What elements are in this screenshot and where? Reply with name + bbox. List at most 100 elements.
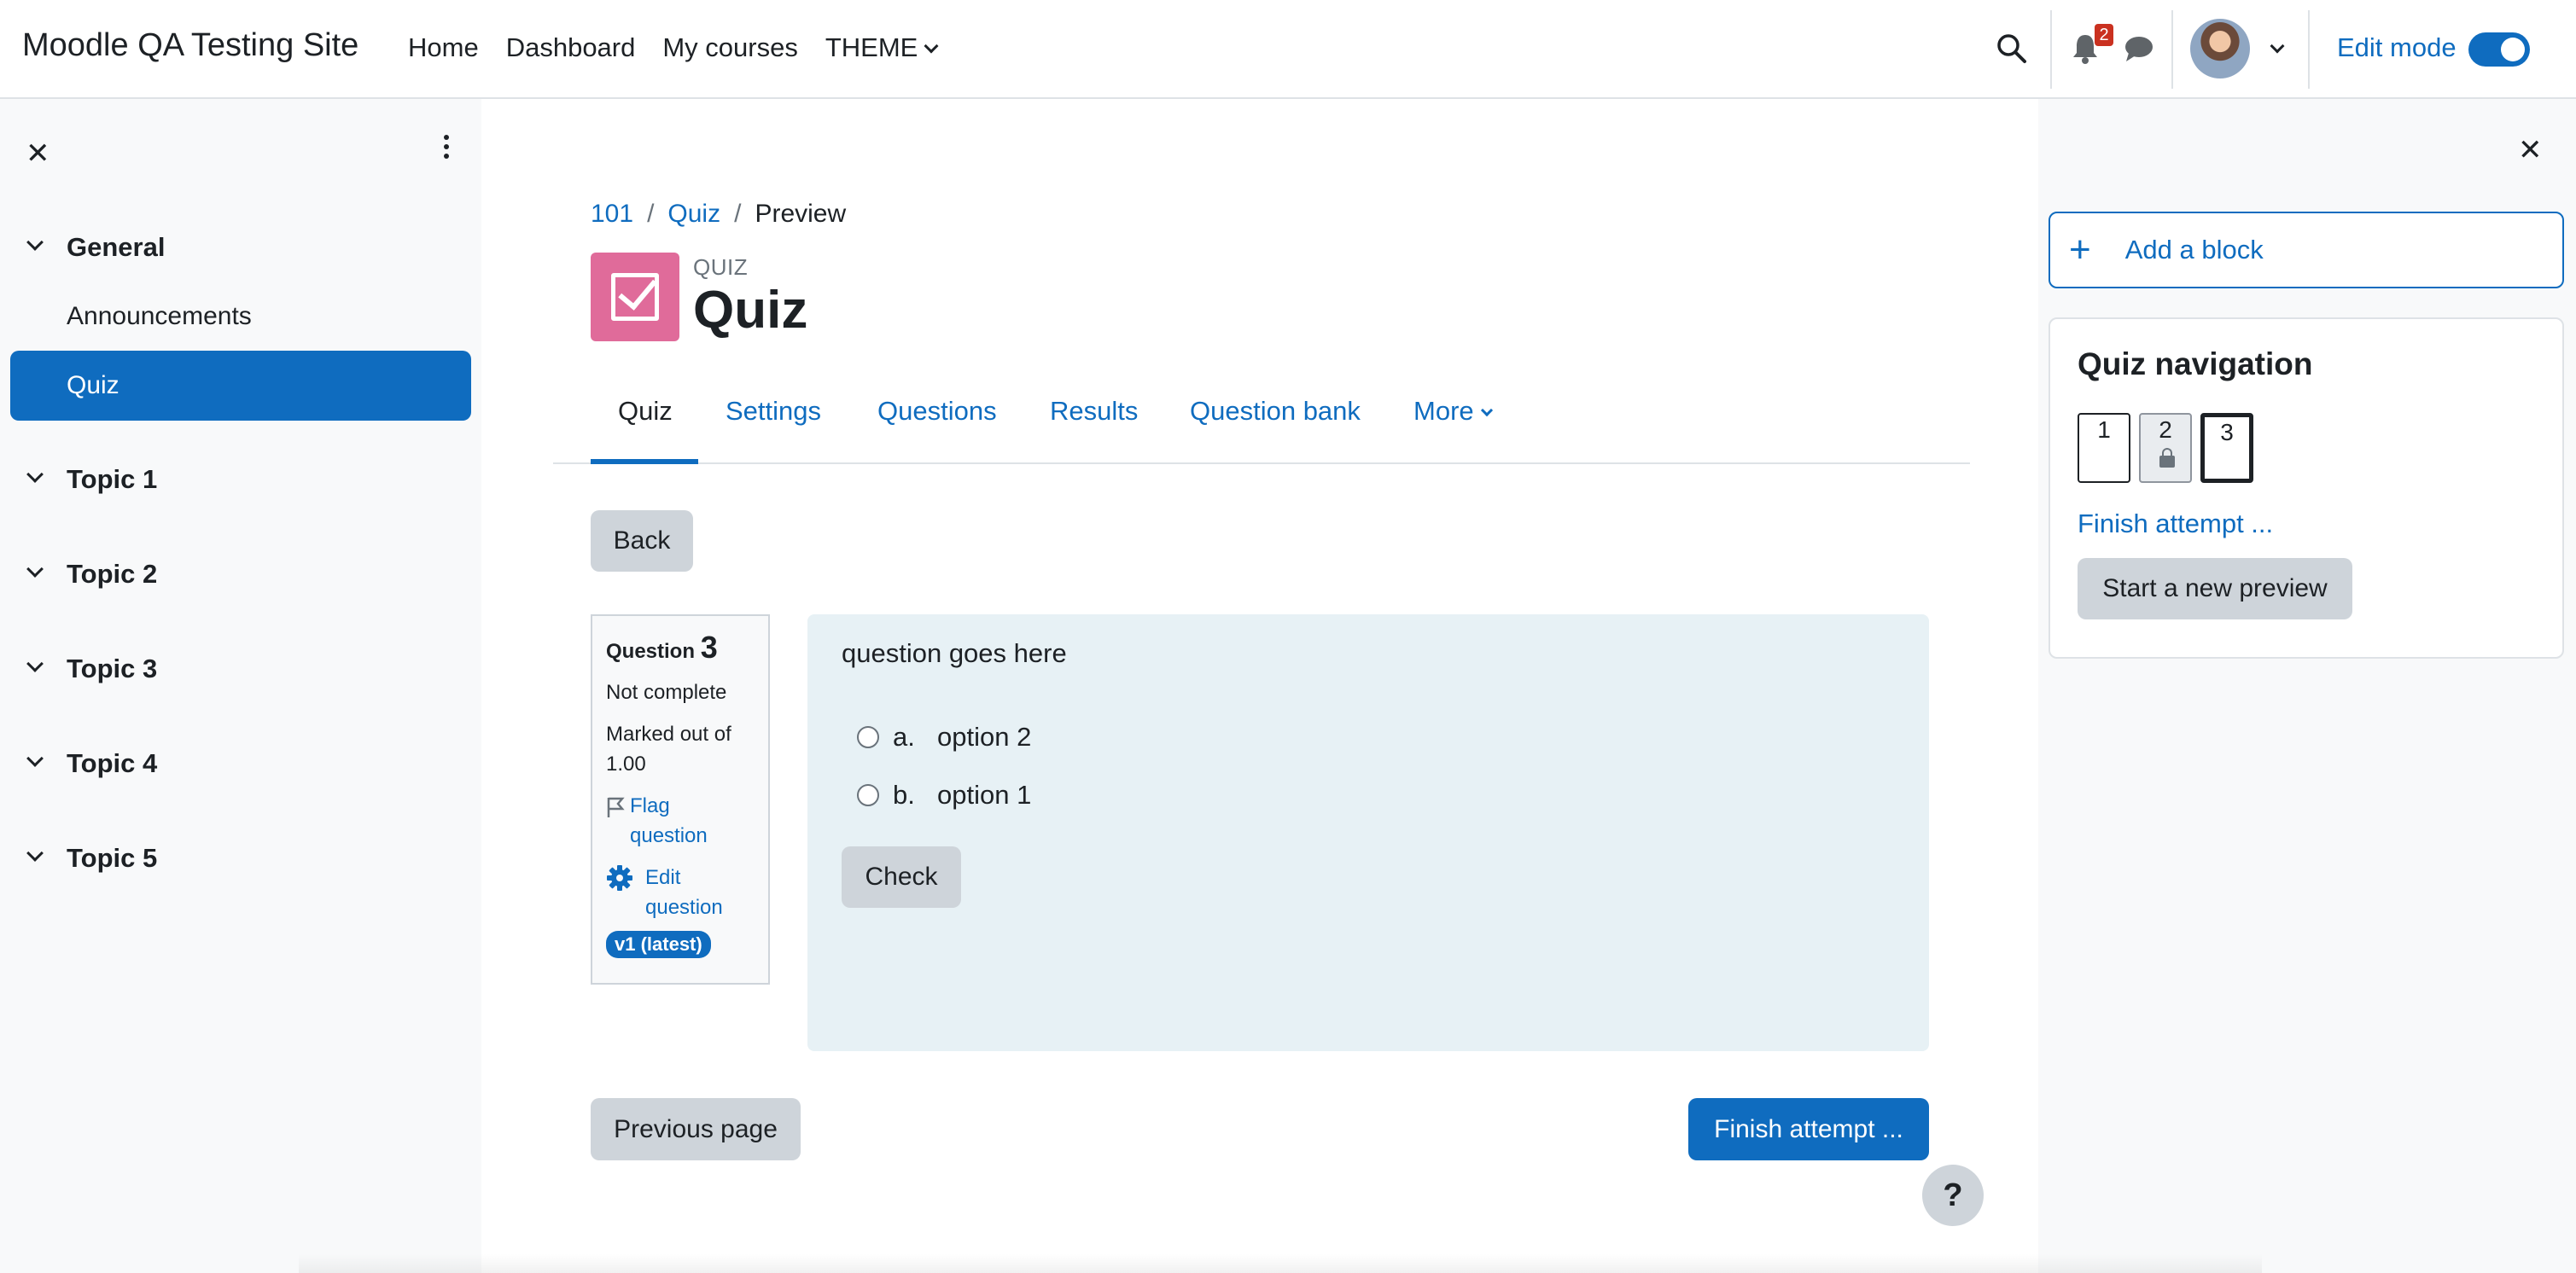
answer-option-a[interactable]: a. option 2 (857, 722, 1031, 753)
start-new-preview-button[interactable]: Start a new preview (2078, 558, 2352, 619)
section-general[interactable]: General (26, 232, 166, 263)
edit-question[interactable]: Edit question (606, 863, 755, 922)
chevron-down-icon (26, 466, 44, 483)
flag-question[interactable]: Flag question (606, 791, 755, 851)
section-topic-3[interactable]: Topic 3 (26, 654, 158, 684)
close-icon[interactable]: ✕ (26, 137, 50, 171)
nav-theme[interactable]: THEME (825, 32, 939, 63)
close-icon[interactable]: ✕ (2518, 133, 2543, 167)
plus-icon: + (2069, 229, 2091, 270)
divider (2171, 10, 2173, 89)
chevron-down-icon[interactable] (2270, 38, 2285, 54)
quiz-nav-question-1[interactable]: 1 (2078, 413, 2130, 483)
edit-question-link[interactable]: Edit question (645, 863, 739, 922)
notification-count-badge: 2 (2095, 24, 2113, 46)
tab-quiz[interactable]: Quiz (618, 396, 673, 427)
tab-more[interactable]: More (1413, 396, 1493, 427)
course-index-drawer: ✕ General Announcements Quiz Topic 1 Top… (0, 99, 481, 1273)
section-topic-2[interactable]: Topic 2 (26, 559, 158, 590)
gear-icon (607, 865, 632, 891)
quiz-activity-icon (591, 253, 679, 341)
question-grade: Marked out of 1.00 (606, 723, 731, 776)
quiz-nav-question-2[interactable]: 2 (2139, 413, 2192, 483)
nav-theme-label: THEME (825, 32, 918, 62)
tab-questions[interactable]: Questions (877, 396, 997, 427)
section-title: Topic 5 (67, 843, 158, 873)
chevron-down-icon (26, 750, 44, 767)
chevron-down-icon (26, 845, 44, 862)
edit-mode-label: Edit mode (2337, 32, 2457, 62)
user-avatar[interactable] (2190, 19, 2250, 78)
block-title: Quiz navigation (2078, 346, 2313, 381)
page-pretitle: QUIZ (693, 254, 749, 280)
option-letter: b. (893, 780, 915, 810)
question-info-panel: Question 3 Not complete Marked out of 1.… (591, 614, 770, 985)
section-topic-5[interactable]: Topic 5 (26, 843, 158, 874)
active-tab-indicator (591, 459, 698, 464)
option-text: option 2 (937, 722, 1032, 752)
back-button[interactable]: Back (591, 510, 693, 572)
messages-icon[interactable] (2124, 34, 2154, 63)
radio-button[interactable] (857, 726, 879, 748)
lock-icon (2159, 448, 2175, 468)
nav-home[interactable]: Home (408, 32, 479, 63)
version-badge: v1 (latest) (606, 931, 711, 958)
flag-question-link[interactable]: Flag question (630, 791, 732, 851)
flag-icon (607, 797, 625, 817)
quiz-navigation-block: Quiz navigation 1 2 3 Finish attempt ...… (2049, 317, 2564, 659)
help-button[interactable]: ? (1922, 1165, 1984, 1226)
divider (2308, 10, 2310, 89)
section-title: General (67, 232, 166, 262)
divider (2050, 10, 2052, 89)
tab-results[interactable]: Results (1050, 396, 1138, 427)
question-number: Question 3 (606, 630, 755, 666)
activity-quiz-active[interactable]: Quiz (10, 351, 471, 421)
breadcrumb-separator: / (734, 200, 742, 228)
search-icon[interactable] (1996, 32, 2028, 65)
breadcrumb-current: Preview (755, 200, 847, 228)
nav-dashboard[interactable]: Dashboard (506, 32, 636, 63)
question-text: question goes here (842, 638, 1067, 668)
question-number: 1 (2097, 416, 2111, 443)
radio-button[interactable] (857, 784, 879, 806)
quiz-nav-question-3[interactable]: 3 (2200, 413, 2253, 483)
question-number-value: 3 (700, 630, 718, 665)
site-name[interactable]: Moodle QA Testing Site (22, 27, 358, 64)
breadcrumb-quiz[interactable]: Quiz (667, 200, 720, 229)
activity-announcements[interactable]: Announcements (67, 302, 252, 331)
breadcrumb-course[interactable]: 101 (591, 200, 633, 229)
primary-navigation: Home Dashboard My courses THEME (408, 32, 939, 63)
add-block-button[interactable]: + Add a block (2049, 212, 2564, 288)
tab-more-label: More (1413, 396, 1474, 426)
finish-attempt-button[interactable]: Finish attempt ... (1688, 1098, 1929, 1160)
section-title: Topic 2 (67, 559, 158, 589)
question-number: 3 (2220, 419, 2234, 445)
tab-settings[interactable]: Settings (726, 396, 821, 427)
option-letter: a. (893, 722, 915, 752)
secondary-navigation: Quiz Settings Questions Results Question… (553, 392, 1970, 464)
section-title: Topic 3 (67, 654, 158, 683)
add-block-label: Add a block (2124, 235, 2264, 264)
chevron-down-icon (26, 561, 44, 578)
more-options-icon[interactable] (444, 135, 451, 163)
tab-question-bank[interactable]: Question bank (1190, 396, 1361, 427)
breadcrumb-separator: / (647, 200, 655, 228)
answer-option-b[interactable]: b. option 1 (857, 780, 1031, 811)
chevron-down-icon (26, 234, 44, 251)
section-title: Topic 1 (67, 464, 158, 494)
top-navbar: Moodle QA Testing Site Home Dashboard My… (0, 0, 2576, 99)
nav-my-courses[interactable]: My courses (662, 32, 797, 63)
page-title: Quiz (693, 281, 808, 340)
footer-shadow (299, 1254, 2262, 1273)
option-text: option 1 (937, 780, 1032, 810)
section-topic-4[interactable]: Topic 4 (26, 748, 158, 779)
previous-page-button[interactable]: Previous page (591, 1098, 801, 1160)
chevron-down-icon (1480, 404, 1493, 417)
edit-mode-toggle[interactable] (2468, 32, 2530, 67)
question-content: question goes here a. option 2 b. option… (807, 614, 1929, 1051)
chevron-down-icon (26, 655, 44, 672)
section-topic-1[interactable]: Topic 1 (26, 464, 158, 495)
finish-attempt-link[interactable]: Finish attempt ... (2078, 509, 2273, 539)
section-title: Topic 4 (67, 748, 158, 778)
check-button[interactable]: Check (842, 846, 961, 908)
